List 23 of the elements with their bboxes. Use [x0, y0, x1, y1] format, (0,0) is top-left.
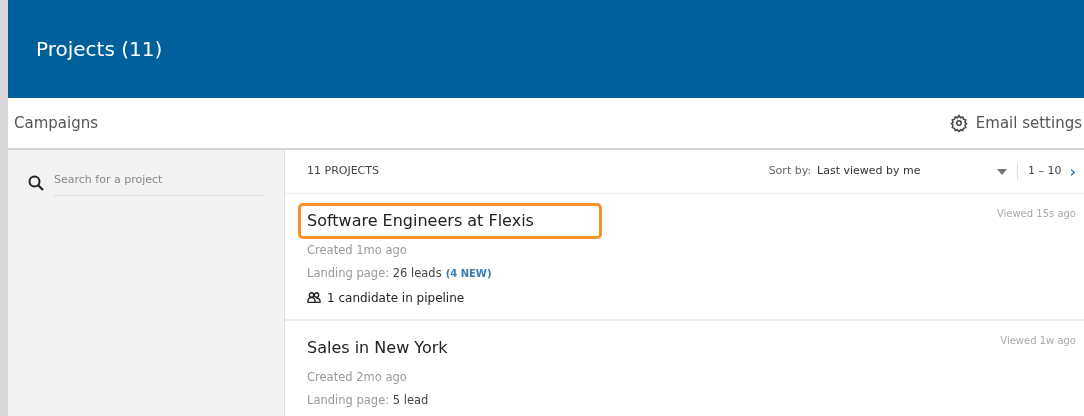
sort-label: Sort by: — [768, 163, 812, 180]
section-title: Campaigns — [14, 112, 98, 134]
project-title[interactable]: Software Engineers at Flexis — [301, 206, 599, 236]
project-title[interactable]: Sales in New York — [307, 332, 448, 363]
pipeline-count: 1 candidate in pipeline — [327, 289, 465, 307]
page-range: 1 – 10 — [1017, 163, 1062, 180]
created-date: Created 1mo ago — [307, 242, 408, 259]
page-title: Projects (11) — [36, 36, 163, 63]
next-page-button[interactable]: › — [1069, 163, 1076, 180]
search-field[interactable]: Search for a project — [54, 170, 264, 196]
last-viewed: Viewed 15s ago — [996, 207, 1076, 221]
created-date: Created 2mo ago — [307, 368, 408, 386]
settings-icon — [949, 114, 968, 132]
caret-icon[interactable] — [997, 168, 1008, 175]
last-viewed: Viewed 1w ago — [1000, 333, 1076, 348]
landing-page-leads: Landing page: 5 lead — [307, 392, 429, 407]
people-icon — [307, 292, 321, 303]
new-leads-count: (4 NEW) — [445, 268, 492, 280]
search-icon — [28, 174, 44, 191]
project-count: 11 PROJECTS — [307, 163, 379, 180]
landing-page-leads: Landing page: 26 leads — [307, 266, 442, 281]
email-settings-button[interactable]: Email settings — [949, 111, 1084, 135]
sort-dropdown[interactable]: Last viewed by me — [817, 163, 998, 180]
